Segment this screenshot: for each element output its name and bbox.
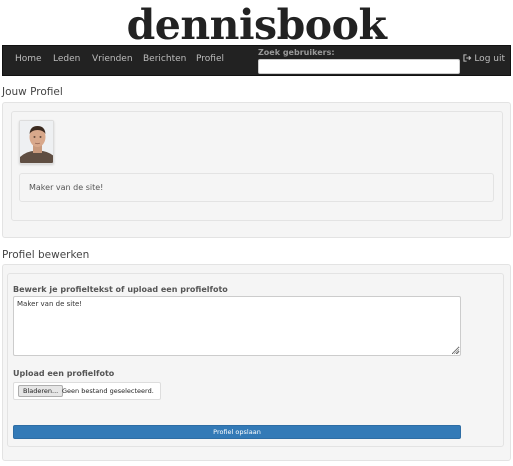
file-input[interactable]: Bladeren... Geen bestand geselecteerd. bbox=[13, 382, 161, 400]
nav-vrienden[interactable]: Vrienden bbox=[92, 54, 133, 64]
logout-label: Log uit bbox=[474, 54, 505, 64]
navbar: Home Leden Vrienden Berichten Profiel Zo… bbox=[2, 45, 511, 76]
edit-section-title: Profiel bewerken bbox=[2, 249, 90, 261]
bio-text: Maker van de site! bbox=[29, 183, 104, 192]
file-status: Geen bestand geselecteerd. bbox=[62, 387, 154, 395]
profile-text-input[interactable]: Maker van de site! bbox=[13, 296, 461, 356]
upload-label: Upload een profielfoto bbox=[13, 369, 115, 378]
profile-photo-icon bbox=[20, 121, 53, 163]
profile-section-title: Jouw Profiel bbox=[2, 86, 63, 98]
logout-icon bbox=[463, 54, 472, 62]
resize-grip-icon[interactable] bbox=[452, 347, 460, 355]
profile-card bbox=[11, 111, 503, 221]
search-input[interactable] bbox=[258, 59, 460, 74]
save-profile-button[interactable]: Profiel opslaan bbox=[13, 425, 461, 439]
nav-home[interactable]: Home bbox=[15, 54, 42, 64]
nav-leden[interactable]: Leden bbox=[53, 54, 80, 64]
nav-berichten[interactable]: Berichten bbox=[143, 54, 186, 64]
search-label: Zoek gebruikers: bbox=[258, 48, 335, 57]
nav-profiel[interactable]: Profiel bbox=[196, 54, 224, 64]
avatar bbox=[19, 120, 54, 164]
profile-text-label: Bewerk je profieltekst of upload een pro… bbox=[13, 285, 228, 294]
site-logo: dennisbook bbox=[126, 1, 387, 49]
logout-link[interactable]: Log uit bbox=[463, 54, 505, 64]
browse-button[interactable]: Bladeren... bbox=[18, 385, 64, 397]
